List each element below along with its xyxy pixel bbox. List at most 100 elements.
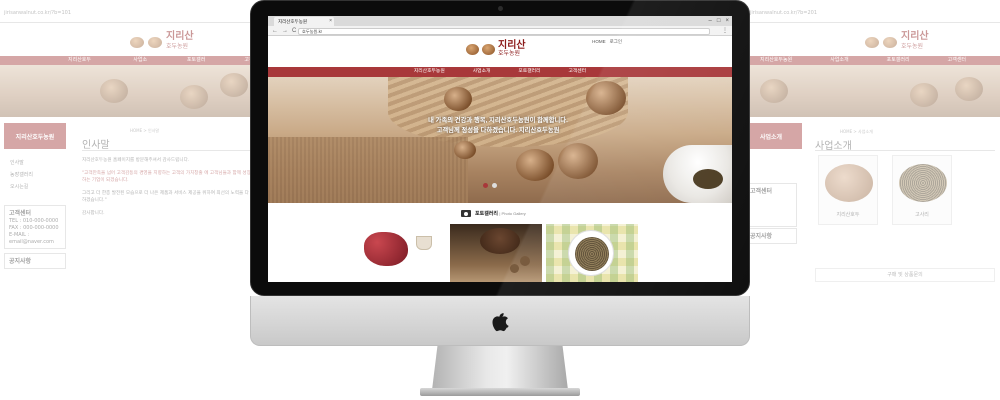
walnut-logo-icon xyxy=(148,36,162,48)
bg-left-paragraph: 그리고 더 한층 발전된 모습으로 더 나은 제품과 서비스 제공을 위하여 최… xyxy=(82,190,249,204)
browser-tab-title: 지리산호두농원 xyxy=(278,19,307,24)
bg-right-urlbar xyxy=(740,22,1000,23)
bg-left-notice-box: 공지사항 xyxy=(4,253,66,269)
walnut-image xyxy=(520,256,530,266)
nav-item-support[interactable]: 고객센터 xyxy=(568,67,586,77)
gallery-title: 포토갤러리 xyxy=(475,211,499,217)
forward-arrow-icon[interactable]: → xyxy=(282,26,288,36)
imac-stand-base xyxy=(420,388,580,396)
walnut-image xyxy=(454,141,476,159)
bg-left-side-link: 농장갤러리 xyxy=(10,172,34,178)
bg-right-nav-item: 사업소개 xyxy=(830,57,849,63)
walnut-image xyxy=(558,143,598,179)
browser-tab[interactable]: 지리산호두농원 × xyxy=(274,17,334,26)
site-logo[interactable]: 지리산 호두농원 xyxy=(466,41,526,58)
background-page-left: jirisanwalnut.co.kr/?b=101 지리산 호두농원 지리산호… xyxy=(0,0,260,285)
slider-dot[interactable] xyxy=(492,183,497,188)
apple-logo-icon xyxy=(492,313,509,332)
gallery-header: 포토갤러리 | Photo Gallery xyxy=(268,203,732,224)
bg-right-contact-box: 고객센터 xyxy=(745,183,797,227)
bg-left-contact-title: 고객센터 xyxy=(9,210,32,217)
browser-nav-buttons: ← → C xyxy=(272,26,296,36)
walnut-image xyxy=(510,264,519,273)
minimize-icon[interactable]: – xyxy=(709,16,712,26)
bg-right-notice-box: 공지사항 xyxy=(745,228,797,244)
bg-left-logo-sub: 호두농원 xyxy=(166,43,189,50)
bowl-image xyxy=(480,228,520,254)
bg-right-breadcrumb: HOME > 사업소개 xyxy=(840,129,873,134)
bg-left-breadcrumb: HOME > 인사말 xyxy=(130,128,160,133)
bg-left-paragraphs: 지리산호두농원 홈페이지를 방문해주셔서 감사드립니다. "고객만족을 넘어 고… xyxy=(82,157,252,222)
imac-screen: 지리산호두농원 × – □ × ← → C 호두농원.kr ⋮ 지리산 호두농원 xyxy=(268,16,732,282)
webcam-dot xyxy=(498,6,503,11)
reload-icon[interactable]: C xyxy=(292,26,296,36)
nav-item-business[interactable]: 사업소개 xyxy=(473,67,491,77)
imac-stand-neck xyxy=(432,346,568,390)
walnut-product-image xyxy=(825,164,873,202)
bg-left-url: jirisanwalnut.co.kr/?b=101 xyxy=(4,10,71,16)
browser-tab-bar: 지리산호두농원 × – □ × xyxy=(268,16,732,26)
home-link[interactable]: HOME xyxy=(592,39,606,45)
bg-right-product-label: 지리산호두 xyxy=(836,212,860,218)
bg-left-side-link: 인사말 xyxy=(10,160,24,166)
bg-left-divider xyxy=(82,150,252,151)
bg-right-logo-sub: 호두농원 xyxy=(901,43,924,50)
background-page-right: jirisanwalnut.co.kr/?b=201 지리산 호두농원 지리산호… xyxy=(740,0,1000,285)
walnut-image xyxy=(955,77,983,101)
bg-left-contact-line: FAX : 000-000-0000 xyxy=(9,225,59,231)
bg-left-side-links: 인사말 농장갤러리 오시는길 xyxy=(10,157,33,193)
walnut-image xyxy=(760,79,788,103)
tab-close-icon[interactable]: × xyxy=(329,17,332,26)
walnut-image xyxy=(516,149,554,181)
bg-left-content-title: 인사말 xyxy=(82,140,110,151)
bg-right-nav-item: 고객센터 xyxy=(947,57,967,63)
bg-left-banner xyxy=(0,65,260,117)
bg-right-nav-item: 포토갤러리 xyxy=(886,57,910,63)
bg-right-inquiry-box: 구매 및 상품문의 xyxy=(815,268,995,282)
login-link[interactable]: 로그인 xyxy=(610,39,622,45)
bg-right-nav-item: 지리산호두농원 xyxy=(760,57,793,63)
site-logo-title: 지리산 xyxy=(498,40,526,51)
walnut-image xyxy=(220,73,248,97)
bg-left-contact-line: TEL : 010-000-0000 xyxy=(9,218,59,224)
bg-left-logo-title: 지리산 xyxy=(166,31,194,42)
gosari-product-image xyxy=(899,164,947,202)
walnut-image xyxy=(586,81,626,115)
hero-caption: 내 가족의 건강과 행복, 지리산호두농원이 함께합니다. 고객님께 정성을 다… xyxy=(398,116,598,136)
walnut-image xyxy=(444,87,472,111)
bg-right-product-card: 지리산호두 xyxy=(818,155,878,225)
bg-right-notice-title: 공지사항 xyxy=(750,233,773,240)
close-window-icon[interactable]: × xyxy=(725,16,729,26)
gallery-photo-jujube[interactable] xyxy=(354,224,446,282)
nav-item-farm[interactable]: 지리산호두농원 xyxy=(414,67,445,77)
address-bar[interactable]: 호두농원.kr xyxy=(298,27,710,35)
bg-left-side-header: 지리산호두농원 xyxy=(4,123,66,149)
site-main-nav: 지리산호두농원 사업소개 포토갤러리 고객센터 xyxy=(268,67,732,77)
back-arrow-icon[interactable]: ← xyxy=(272,26,278,36)
bg-left-nav-item: 지리산호두농원 xyxy=(68,57,92,72)
bg-left-notice-title: 공지사항 xyxy=(9,258,32,265)
bg-right-contact-title: 고객센터 xyxy=(750,188,773,195)
slider-dot-active[interactable] xyxy=(483,183,488,188)
gallery-subtitle: | Photo Gallery xyxy=(499,211,526,216)
walnut-image xyxy=(180,85,208,109)
bg-left-nav-item: 포토갤러리 xyxy=(186,57,206,72)
bg-right-banner xyxy=(740,65,1000,117)
maximize-icon[interactable]: □ xyxy=(717,16,721,26)
burlap-sack-image xyxy=(268,137,468,203)
bg-left-contact-box: 고객센터 TEL : 010-000-0000 FAX : 000-000-00… xyxy=(4,205,66,249)
browser-menu-icon[interactable]: ⋮ xyxy=(722,26,728,36)
utility-links: HOME 로그인 xyxy=(592,39,622,45)
gallery-photos xyxy=(268,224,732,282)
walnut-image xyxy=(910,83,938,107)
nav-item-gallery[interactable]: 포토갤러리 xyxy=(518,67,540,77)
tea-image xyxy=(693,169,723,189)
walnut-image xyxy=(100,79,128,103)
gallery-photo-gosari[interactable] xyxy=(546,224,638,282)
hero-line-2: 고객님께 정성을 다하겠습니다. 지리산호두농원 xyxy=(436,127,560,134)
bg-left-urlbar xyxy=(0,22,260,23)
window-controls: – □ × xyxy=(709,16,729,26)
walnut-logo-icon xyxy=(466,44,479,55)
bg-left-nav-item: 사업소개 xyxy=(133,57,148,72)
gallery-photo-walnut-bowl[interactable] xyxy=(450,224,542,282)
